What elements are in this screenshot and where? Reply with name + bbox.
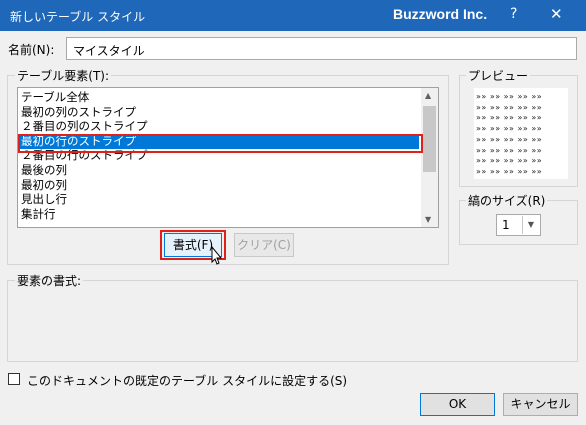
title-bar: 新しいテーブル スタイル Buzzword Inc. ? ✕ bbox=[0, 0, 586, 31]
list-item[interactable]: 最初の列 bbox=[21, 178, 67, 193]
ok-button[interactable]: OK bbox=[420, 393, 495, 416]
scroll-up-icon[interactable]: ▲ bbox=[425, 91, 431, 100]
scroll-thumb[interactable] bbox=[423, 106, 436, 172]
default-style-label[interactable]: このドキュメントの既定のテーブル スタイルに設定する(S) bbox=[27, 372, 347, 389]
preview-row: »» »» »» »» »» bbox=[476, 156, 543, 166]
table-elements-list[interactable]: テーブル全体 最初の列のストライプ ２番目の列のストライプ 最初の行のストライプ ２番目… bbox=[17, 87, 439, 228]
preview-row: »» »» »» »» »» bbox=[476, 134, 543, 144]
table-elements-label: テーブル要素(T): bbox=[15, 67, 112, 84]
stripe-size-select[interactable]: 1 ▼ bbox=[496, 214, 541, 236]
list-item[interactable]: テーブル全体 bbox=[21, 90, 89, 105]
list-item[interactable]: ２番目の列のストライプ bbox=[21, 119, 148, 134]
stripe-size-label: 縞のサイズ(R) bbox=[466, 192, 548, 209]
preview-row: »» »» »» »» »» bbox=[476, 166, 543, 176]
element-format-label: 要素の書式: bbox=[15, 272, 84, 289]
name-label: 名前(N): bbox=[8, 43, 55, 57]
scroll-down-icon[interactable]: ▼ bbox=[425, 215, 431, 224]
preview-row: »» »» »» »» »» bbox=[476, 92, 543, 101]
cancel-button[interactable]: キャンセル bbox=[503, 393, 578, 416]
help-button[interactable]: ? bbox=[510, 6, 517, 22]
list-item[interactable]: 最後の列 bbox=[21, 163, 67, 178]
element-format-group bbox=[7, 280, 578, 362]
list-item[interactable]: 最初の列のストライプ bbox=[21, 105, 136, 120]
mouse-pointer-icon bbox=[211, 246, 223, 265]
clear-button[interactable]: クリア(C) bbox=[234, 233, 294, 257]
app-name: Buzzword Inc. bbox=[393, 6, 488, 22]
preview-row: »» »» »» »» »» bbox=[476, 113, 543, 123]
chevron-down-icon[interactable]: ▼ bbox=[522, 216, 539, 234]
close-button[interactable]: ✕ bbox=[550, 5, 563, 23]
list-item[interactable]: 集計行 bbox=[21, 207, 56, 222]
preview-area: »» »» »» »» »»»» »» »» »» »»»» »» »» »» … bbox=[474, 88, 568, 179]
list-item[interactable]: 見出し行 bbox=[21, 192, 67, 207]
stripe-size-value: 1 bbox=[502, 218, 510, 232]
preview-row: »» »» »» »» »» bbox=[476, 102, 543, 112]
preview-label: プレビュー bbox=[466, 67, 531, 84]
list-scrollbar[interactable]: ▲ ▼ bbox=[421, 88, 438, 227]
default-style-checkbox[interactable] bbox=[8, 373, 20, 385]
window-title: 新しいテーブル スタイル bbox=[10, 10, 146, 24]
highlight-selected-item bbox=[18, 134, 423, 153]
name-input[interactable]: マイスタイル bbox=[66, 37, 577, 60]
preview-row: »» »» »» »» »» bbox=[476, 145, 543, 155]
name-value: マイスタイル bbox=[73, 44, 145, 58]
preview-row: »» »» »» »» »» bbox=[476, 124, 543, 134]
